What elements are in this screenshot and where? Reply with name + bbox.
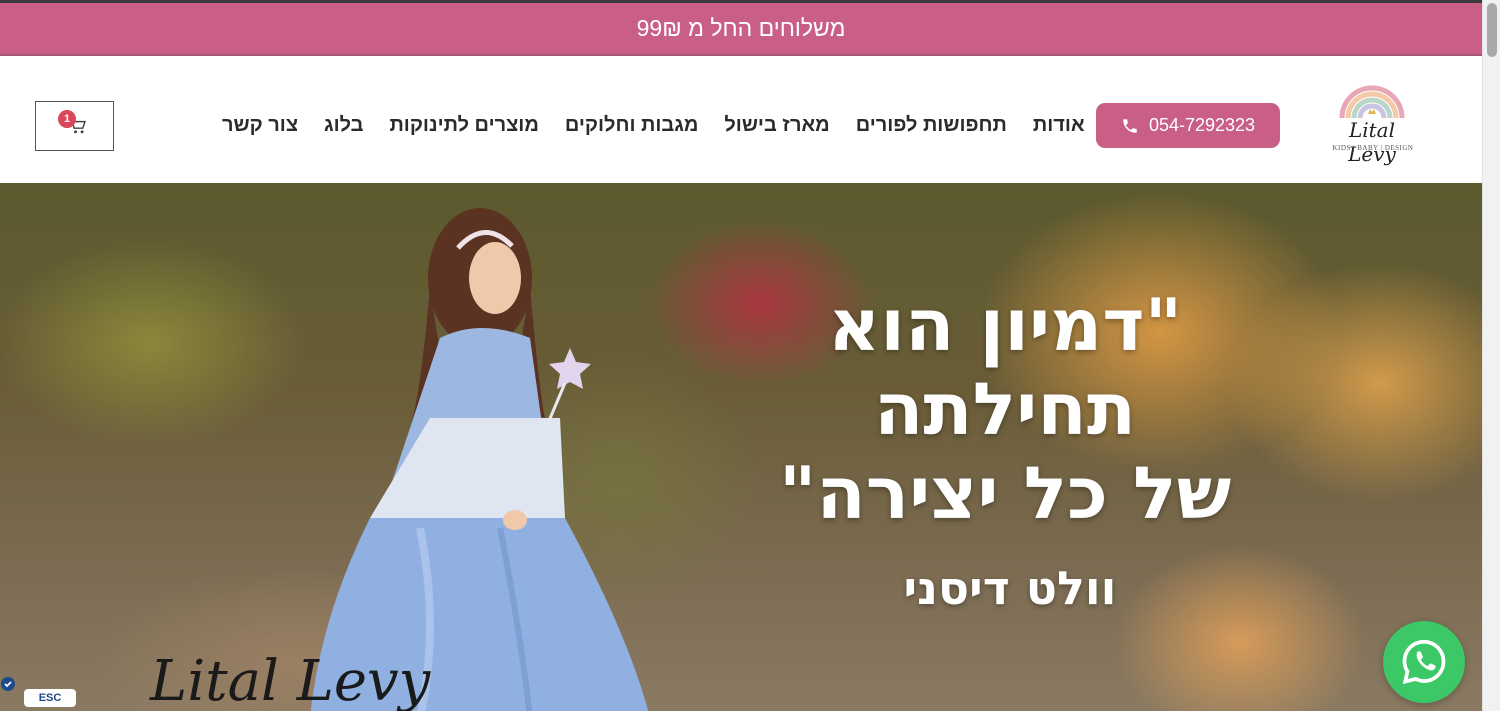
logo-tagline: KIDS | BABY | DESIGN [1332, 144, 1414, 152]
hero-quote: "דמיון הוא תחילתה של כל יצירה" [740, 283, 1270, 535]
whatsapp-icon [1402, 639, 1446, 685]
quote-line-1: "דמיון הוא [827, 283, 1183, 367]
nav-item-purim-costumes[interactable]: תחפושות לפורים [856, 114, 1007, 140]
logo-name: Lital Levy [1348, 118, 1396, 166]
nav-item-cooking-kit[interactable]: מארז בישול [724, 114, 829, 140]
quote-line-3: של כל יצירה" [778, 451, 1232, 535]
hero-photo-girl [310, 208, 649, 711]
accessibility-icon[interactable] [0, 676, 16, 692]
phone-button[interactable]: 054-7292323 [1096, 103, 1280, 148]
signature-logo: Lital Levy [150, 649, 431, 711]
nav-item-contact[interactable]: צור קשר [222, 114, 298, 140]
scrollbar-thumb[interactable] [1487, 3, 1497, 57]
quote-author: וולט דיסני [903, 561, 1117, 615]
nav-item-baby-products[interactable]: מוצרים לתינוקות [389, 114, 538, 140]
esc-button[interactable]: ESC [24, 689, 76, 707]
nav-item-blog[interactable]: בלוג [324, 114, 363, 140]
whatsapp-button[interactable] [1383, 621, 1465, 703]
main-nav: אודות תחפושות לפורים מארז בישול מגבות וח… [222, 114, 1085, 140]
promo-bar: משלוחים החל מ 99₪ [0, 3, 1482, 54]
cart-button[interactable]: 1 [35, 101, 114, 151]
phone-number: 054-7292323 [1148, 115, 1256, 135]
site-header: Lital Levy KIDS | BABY | DESIGN 054-7292… [0, 56, 1482, 183]
quote-line-2: תחילתה [873, 367, 1137, 451]
phone-icon [1123, 118, 1137, 133]
cart-count-badge: 1 [58, 110, 76, 128]
hero-banner: "דמיון הוא תחילתה של כל יצירה" וולט דיסנ… [0, 183, 1482, 711]
site-logo[interactable]: Lital Levy KIDS | BABY | DESIGN [1320, 78, 1424, 166]
nav-item-towels-robes[interactable]: מגבות וחלוקים [565, 114, 698, 140]
promo-text: משלוחים החל מ 99₪ [636, 15, 846, 41]
page-scrollbar[interactable] [1482, 0, 1500, 711]
nav-item-about[interactable]: אודות [1033, 114, 1085, 140]
